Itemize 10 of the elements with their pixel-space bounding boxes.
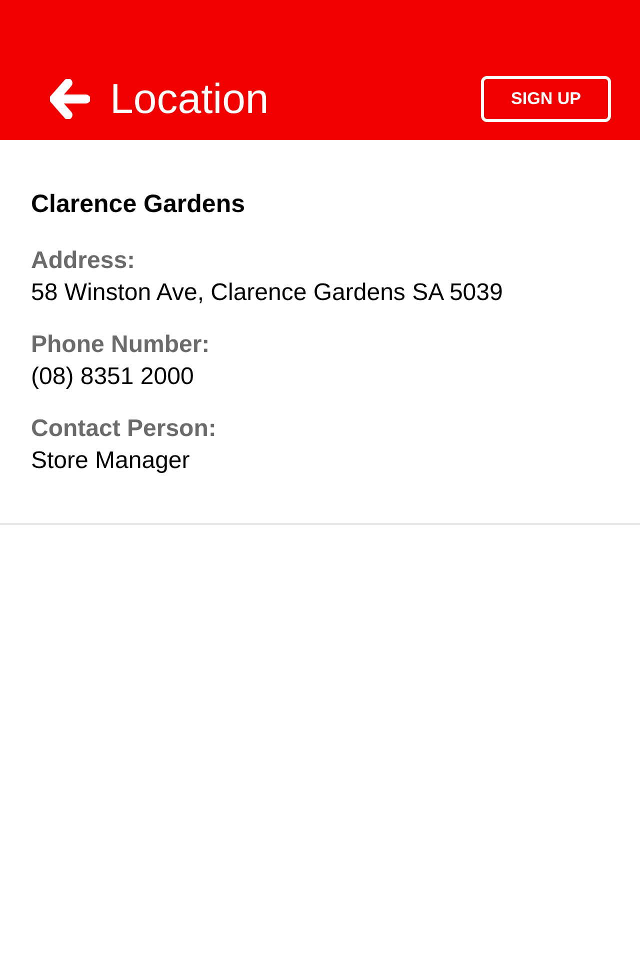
field-label: Phone Number:	[31, 330, 211, 360]
field-value: Store Manager	[31, 446, 191, 476]
sign-up-button[interactable]: SIGN UP	[481, 76, 611, 122]
field-value: (08) 8351 2000	[31, 362, 195, 392]
field-value: 58 Winston Ave, Clarence Gardens SA 5039	[31, 278, 504, 308]
page-title: Location	[110, 78, 269, 120]
location-name: Clarence Gardens	[31, 192, 246, 217]
field-label: Contact Person:	[31, 414, 218, 444]
back-arrow-icon[interactable]	[50, 79, 90, 119]
field-label: Address:	[31, 246, 136, 276]
